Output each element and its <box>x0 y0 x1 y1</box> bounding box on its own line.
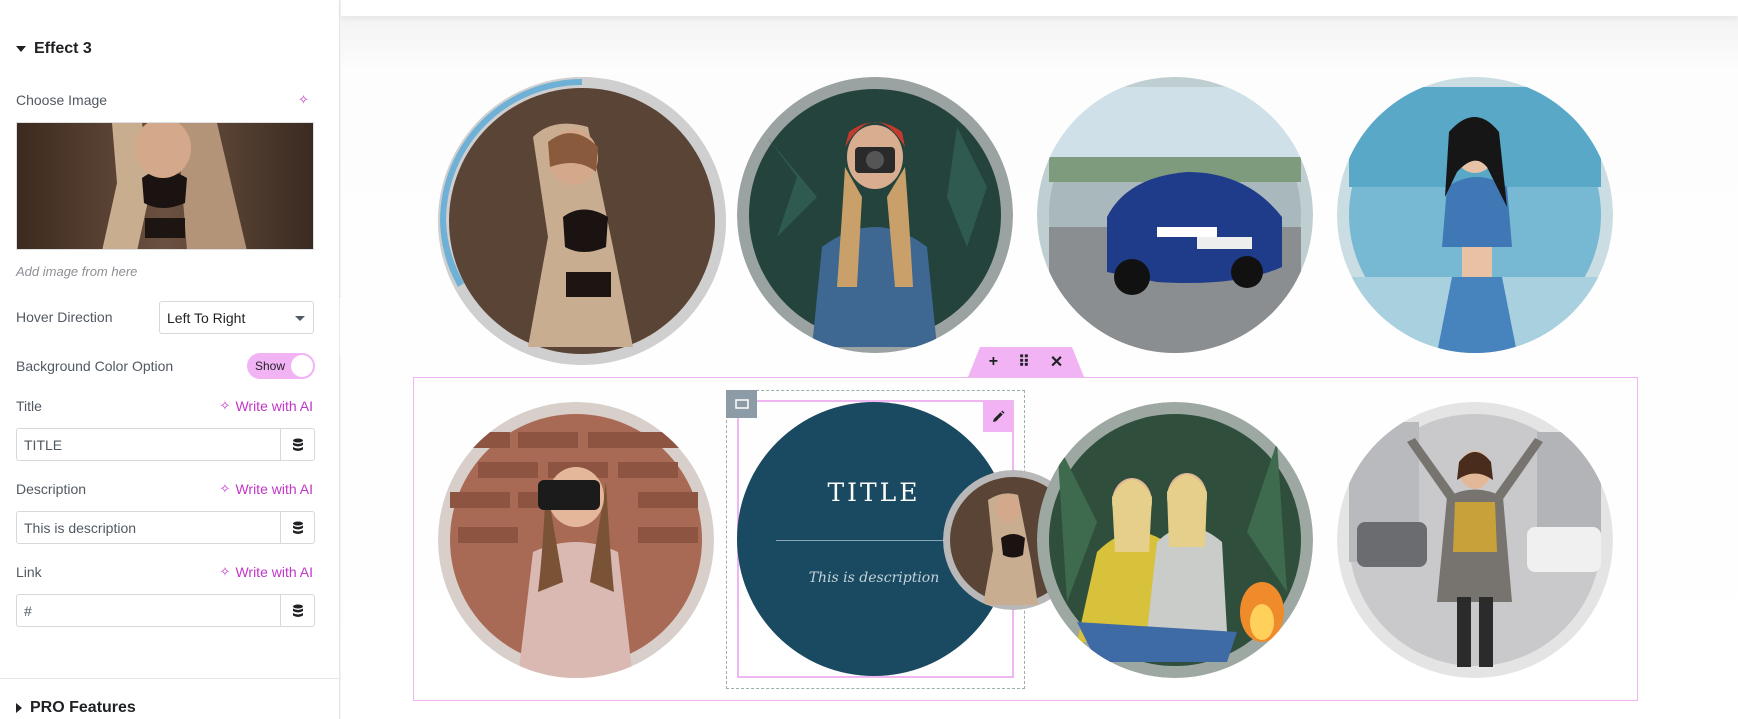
write-ai-label: Write with AI <box>235 398 313 414</box>
gallery-item-4[interactable] <box>1337 77 1613 353</box>
toggle-text: Show <box>255 359 286 373</box>
section-handle[interactable]: + ⠿ ✕ <box>968 347 1084 377</box>
dynamic-tags-button[interactable] <box>280 595 314 626</box>
edit-widget-button[interactable] <box>983 402 1013 432</box>
section-title: Effect 3 <box>34 40 92 57</box>
write-ai-title-link[interactable]: ✧ Write with AI <box>220 398 313 414</box>
section-pro-features-header[interactable]: PRO Features <box>16 699 136 717</box>
description-field[interactable]: This is description <box>16 511 315 544</box>
title-field[interactable]: TITLE <box>16 428 315 461</box>
gallery-item-3[interactable] <box>1037 77 1313 353</box>
gallery-item-7[interactable] <box>1037 402 1313 678</box>
dynamic-tags-button[interactable] <box>280 512 314 543</box>
gallery-item-8[interactable] <box>1337 402 1613 678</box>
choose-image-label: Choose Image <box>16 92 108 108</box>
dynamic-tags-button[interactable] <box>280 429 314 460</box>
database-icon <box>292 521 303 534</box>
title-input[interactable]: TITLE <box>17 429 280 460</box>
write-ai-link-link[interactable]: ✧ Write with AI <box>220 564 313 580</box>
pro-features-title: PRO Features <box>30 699 136 716</box>
add-section-icon[interactable]: + <box>989 353 998 371</box>
write-ai-label: Write with AI <box>235 481 313 497</box>
description-input[interactable]: This is description <box>17 512 280 543</box>
image-hint: Add image from here <box>16 264 138 279</box>
database-icon <box>292 438 303 451</box>
chevron-down-icon <box>295 316 305 321</box>
link-field[interactable]: # <box>16 594 315 627</box>
hover-direction-label: Hover Direction <box>16 309 113 325</box>
hover-direction-select[interactable]: Left To Right <box>159 301 314 334</box>
link-label: Link <box>16 564 42 580</box>
ai-sparkle-icon: ✧ <box>219 481 231 496</box>
column-icon <box>734 399 749 409</box>
caret-down-icon <box>16 46 26 52</box>
caret-right-icon <box>16 703 22 713</box>
pencil-icon <box>993 410 1005 422</box>
gallery-item-2[interactable] <box>737 77 1013 353</box>
bg-color-option-label: Background Color Option <box>16 358 174 374</box>
section-effect-3-header[interactable]: Effect 3 <box>16 40 92 58</box>
link-input[interactable]: # <box>17 595 280 626</box>
delete-section-icon[interactable]: ✕ <box>1050 352 1063 372</box>
bg-color-toggle[interactable]: Show <box>247 353 315 379</box>
ai-sparkle-icon: ✧ <box>219 398 231 413</box>
description-label: Description <box>16 481 87 497</box>
canvas-top-bar <box>341 0 1738 16</box>
ai-sparkle-icon: ✧ <box>219 564 231 579</box>
image-preview[interactable] <box>16 122 314 250</box>
hover-direction-value: Left To Right <box>167 310 246 326</box>
drag-handle-icon[interactable]: ⠿ <box>1018 352 1030 372</box>
title-label: Title <box>16 398 42 414</box>
ai-sparkle-icon[interactable]: ✧ <box>298 92 309 108</box>
widget-type-tag[interactable] <box>726 390 757 418</box>
toggle-knob <box>291 355 313 377</box>
database-icon <box>292 604 303 617</box>
write-ai-description-link[interactable]: ✧ Write with AI <box>220 481 313 497</box>
write-ai-label: Write with AI <box>235 564 313 580</box>
settings-panel: Effect 3 Choose Image ✧ Add image from h… <box>0 0 340 719</box>
gallery-item-5[interactable] <box>438 402 714 678</box>
hover-divider <box>776 540 946 541</box>
panel-divider <box>0 678 340 679</box>
gallery-item-1[interactable] <box>438 77 726 365</box>
